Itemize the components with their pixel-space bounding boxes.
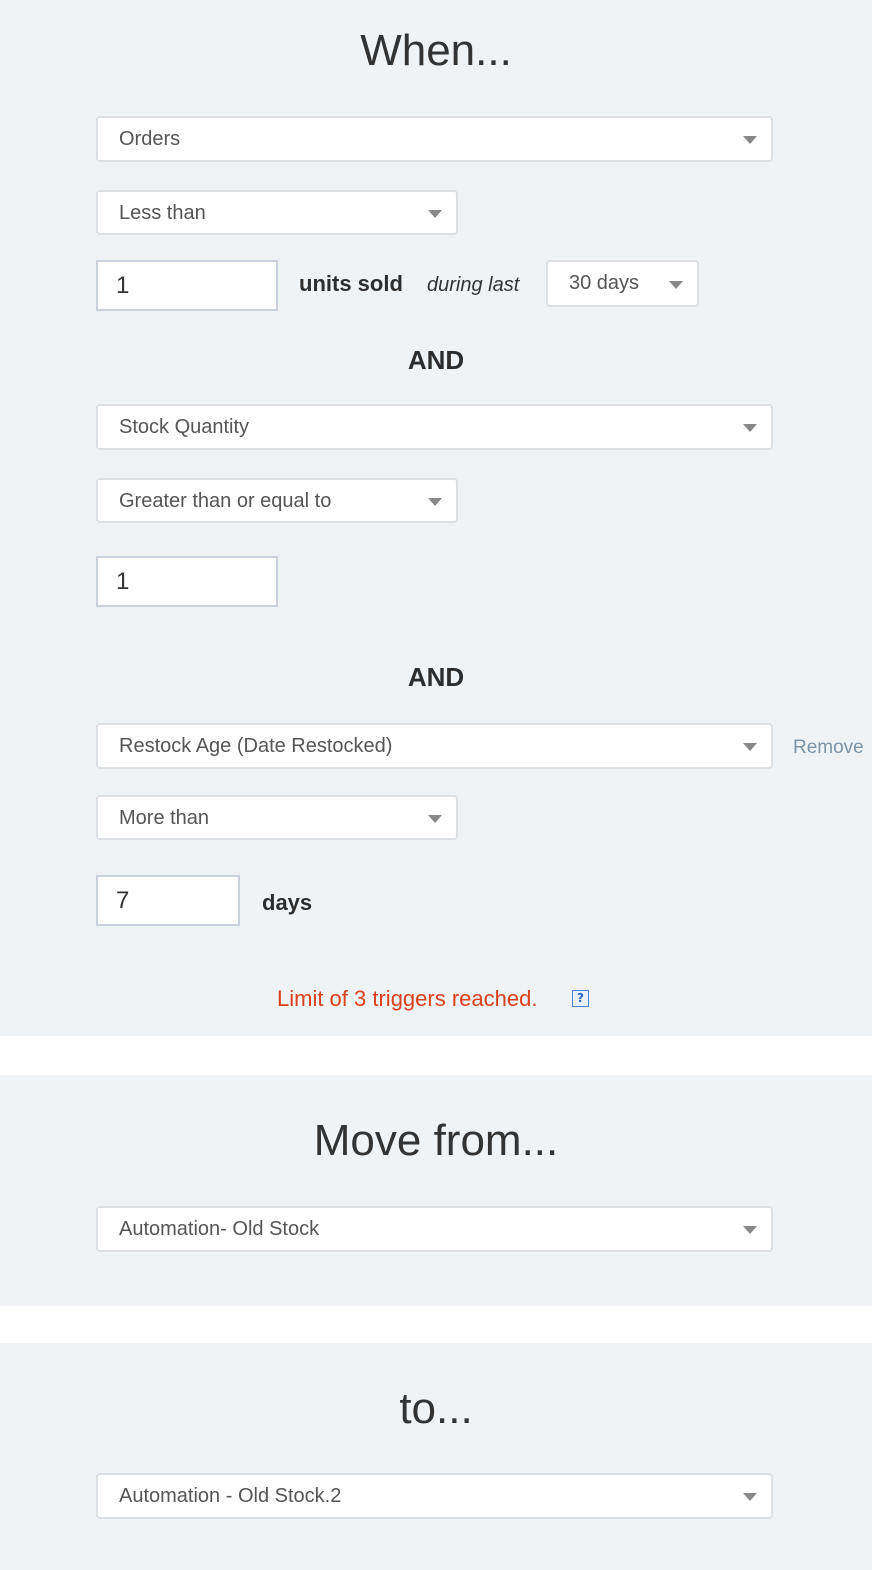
trigger3-metric-value: Restock Age (Date Restocked) — [119, 735, 393, 757]
trigger2-operator-value: Greater than or equal to — [119, 490, 332, 512]
trigger1-value-input[interactable]: 1 — [96, 260, 278, 311]
trigger2-operator-select[interactable]: Greater than or equal to — [96, 478, 458, 523]
when-heading: When... — [360, 26, 512, 75]
when-section: When... Orders Less than 1 units sold du… — [0, 0, 872, 1036]
chevron-down-icon — [743, 743, 757, 751]
trigger2-metric-value: Stock Quantity — [119, 416, 250, 438]
move-from-section: Move from... Automation- Old Stock — [0, 1075, 872, 1306]
trigger1-period-value: 30 days — [569, 272, 640, 294]
to-value: Automation - Old Stock.2 — [119, 1485, 342, 1507]
move-from-value: Automation- Old Stock — [119, 1218, 320, 1240]
trigger2-metric-select[interactable]: Stock Quantity — [96, 404, 773, 450]
trigger3-value-input[interactable]: 7 — [96, 875, 240, 926]
remove-trigger-link[interactable]: Remove — [793, 737, 864, 759]
move-from-select[interactable]: Automation- Old Stock — [96, 1206, 773, 1252]
trigger3-metric-select[interactable]: Restock Age (Date Restocked) — [96, 723, 773, 769]
and-separator-1: AND — [407, 345, 465, 375]
chevron-down-icon — [428, 498, 442, 506]
chevron-down-icon — [743, 136, 757, 144]
chevron-down-icon — [428, 815, 442, 823]
trigger1-unit-label: units sold — [299, 271, 403, 296]
chevron-down-icon — [743, 424, 757, 432]
trigger-limit-message: Limit of 3 triggers reached. — [277, 986, 538, 1011]
trigger3-unit-label: days — [262, 890, 313, 915]
help-icon[interactable]: ? — [572, 990, 589, 1007]
trigger1-period-select[interactable]: 30 days — [546, 260, 699, 307]
trigger3-operator-value: More than — [119, 807, 210, 829]
trigger1-metric-select[interactable]: Orders — [96, 116, 773, 162]
trigger1-operator-value: Less than — [119, 202, 206, 224]
chevron-down-icon — [743, 1493, 757, 1501]
trigger1-metric-value: Orders — [119, 128, 181, 150]
chevron-down-icon — [669, 281, 683, 289]
to-select[interactable]: Automation - Old Stock.2 — [96, 1473, 773, 1519]
chevron-down-icon — [743, 1226, 757, 1234]
trigger3-operator-select[interactable]: More than — [96, 795, 458, 840]
move-from-heading: Move from... — [313, 1116, 559, 1165]
and-separator-2: AND — [407, 662, 465, 692]
chevron-down-icon — [428, 210, 442, 218]
trigger1-operator-select[interactable]: Less than — [96, 190, 458, 235]
to-heading: to... — [399, 1384, 473, 1433]
trigger2-value-input[interactable]: 1 — [96, 556, 278, 607]
to-section: to... Automation - Old Stock.2 — [0, 1343, 872, 1570]
trigger1-period-label: during last — [427, 274, 520, 296]
